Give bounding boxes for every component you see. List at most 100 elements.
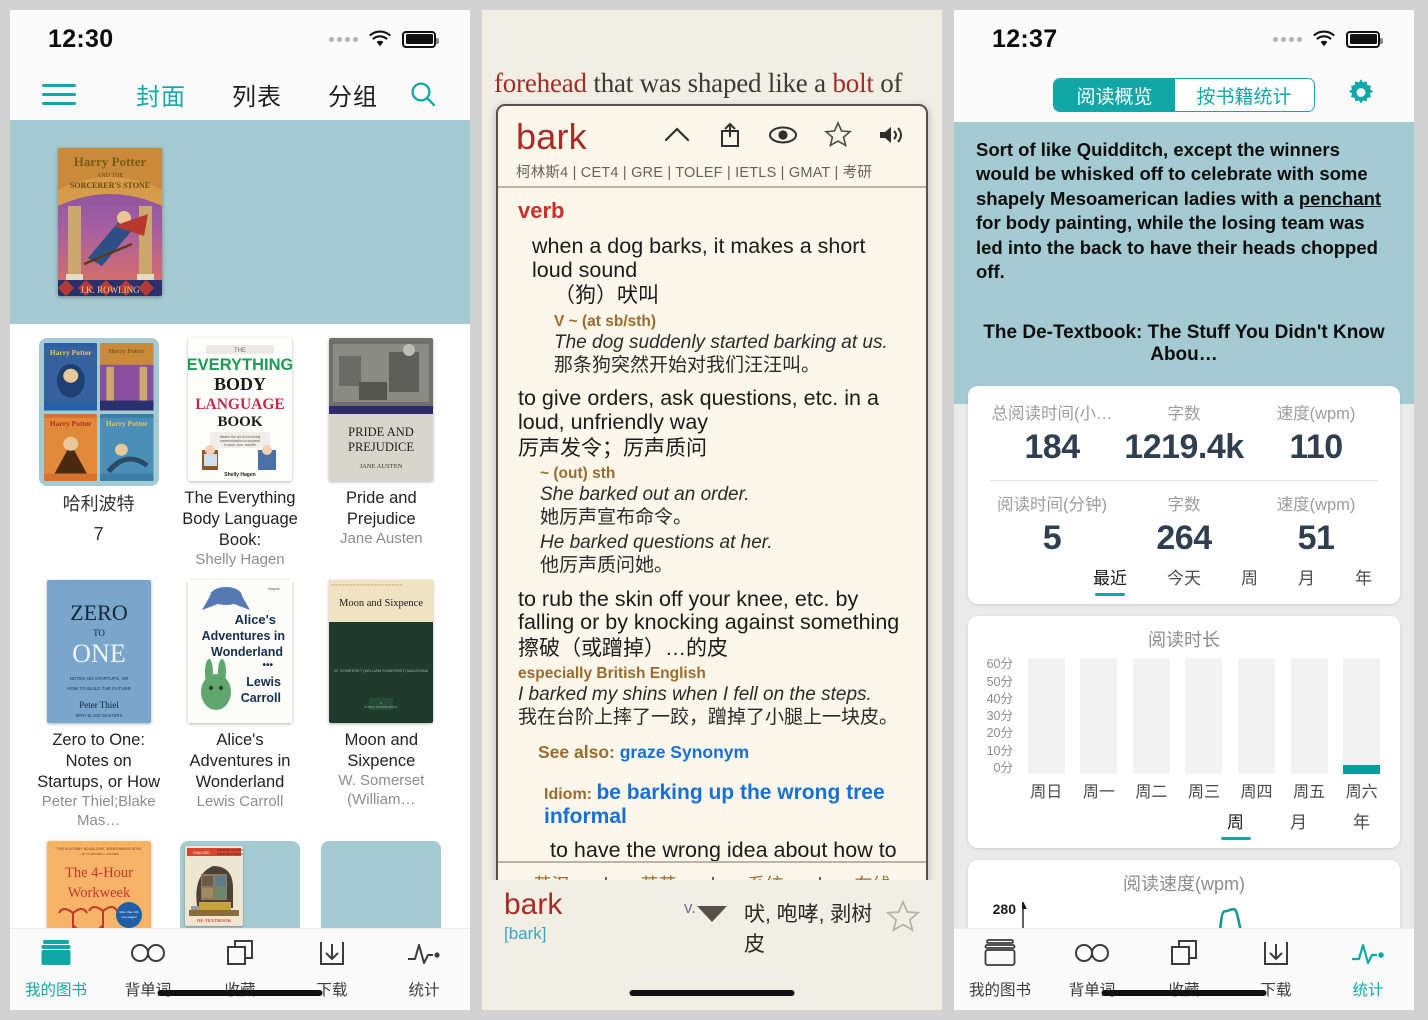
tabbar-label: 下载 [316, 982, 348, 999]
tabbar-label: 收藏 [224, 978, 255, 1000]
quote-underlined-word[interactable]: penchant [1299, 188, 1381, 209]
see-also-link[interactable]: graze Synonym [620, 742, 749, 762]
home-indicator[interactable] [157, 990, 323, 996]
duration-period-week[interactable]: 周 [1227, 808, 1244, 840]
svg-text:Alice's: Alice's [235, 612, 276, 627]
segment-overview[interactable]: 阅读概览 [1054, 79, 1175, 111]
search-icon[interactable] [408, 79, 438, 109]
stats-segmented-control: 阅读概览 按书籍统计 [1053, 78, 1315, 112]
star-icon[interactable] [824, 121, 852, 153]
home-indicator[interactable] [1101, 990, 1267, 996]
word-strip: bark [bark] v. 吠, 咆哮, 剥树皮 [482, 880, 942, 964]
bar-column[interactable]: 周二 [1132, 658, 1170, 801]
svg-text:LANGUAGE: LANGUAGE [195, 396, 285, 413]
book-author: Shelly Hagen [195, 551, 285, 569]
speaker-icon[interactable] [878, 124, 906, 151]
svg-text:PUBLIC DOMAIN BOOK: PUBLIC DOMAIN BOOK [365, 705, 398, 709]
see-also-label: See also: [538, 742, 615, 763]
period-year[interactable]: 年 [1355, 564, 1372, 596]
sense-3: to rub the skin off your knee, etc. by f… [518, 587, 910, 731]
period-today[interactable]: 今天 [1167, 564, 1201, 596]
bar-xlabel: 周三 [1187, 784, 1220, 802]
kpi-value: 51 [1297, 519, 1335, 558]
definition-en: when a dog barks, it makes a short loud … [532, 234, 866, 282]
tabbar-item-my-books[interactable]: 我的图书 [954, 938, 1046, 1000]
svg-text:ONE: ONE [72, 639, 125, 668]
period-recent[interactable]: 最近 [1093, 564, 1127, 596]
book-cell[interactable]: ≫≪≫≪≫≪≫≪≫≪≫≪≫≪≫≪≫≪≫≪ Moon and Sixpence W… [315, 580, 448, 831]
period-week[interactable]: 周 [1241, 564, 1258, 596]
stats-body: Sort of like Quidditch, except the winne… [954, 122, 1414, 1010]
svg-text:ZERO: ZERO [70, 600, 127, 625]
svg-text:Harry Potter: Harry Potter [106, 420, 149, 428]
chart-title-speed: 阅读速度(wpm) [1123, 874, 1245, 895]
word-strip-meaning: 吠, 咆哮, 剥树皮 [743, 903, 873, 956]
home-indicator[interactable] [629, 990, 795, 996]
book-cell[interactable]: PRIDE AND PREJUDICE JANE AUSTEN Pride an… [315, 338, 448, 570]
hero-book-cover[interactable]: Harry Potter AND THE SORCERER'S STONE J.… [58, 148, 162, 296]
battery-icon [402, 30, 439, 48]
book-cell[interactable]: Harry Potter Harry Potter Harry Potter H… [32, 338, 165, 570]
pulse-icon [1349, 938, 1387, 973]
highlighted-word-forehead[interactable]: forehead [494, 68, 587, 98]
word-strip-star-icon[interactable] [885, 888, 921, 938]
library-tabbar: 我的图书 背单词 收藏 [10, 928, 470, 1010]
book-cell[interactable]: Harper Alice's Adventures in Wonderland … [173, 580, 306, 831]
kpi-label: 总阅读时间(小… [991, 405, 1113, 424]
bar-column[interactable]: 周三 [1185, 658, 1223, 801]
svg-text:THE: THE [234, 348, 246, 354]
bar-track [1185, 658, 1223, 775]
stack-thumb: Harry Potter [100, 343, 154, 411]
idiom-link[interactable]: be barking up the wrong tree informal [544, 781, 885, 828]
tabbar-item-stats[interactable]: 统计 [1322, 938, 1414, 1000]
download-icon [315, 938, 349, 973]
bar-column[interactable]: 周五 [1290, 658, 1328, 801]
part-of-speech: verb [518, 198, 565, 223]
quote-book-title[interactable]: The De-Textbook: The Stuff You Didn't Kn… [976, 322, 1392, 366]
duration-period-year[interactable]: 年 [1353, 808, 1370, 840]
bar-xlabel: 周五 [1293, 784, 1326, 802]
bar-column[interactable]: 周一 [1080, 658, 1118, 801]
library-panel: 12:30 封面 列表 分组 Harry Potter AND THE SORC… [10, 10, 470, 1010]
book-cell[interactable]: THE EVERYTHING BODY LANGUAGE BOOK Master… [173, 338, 306, 570]
menu-icon[interactable] [42, 83, 76, 105]
period-month[interactable]: 月 [1298, 564, 1315, 596]
tab-cover[interactable]: 封面 [136, 77, 186, 112]
book-cover-stack[interactable]: Harry Potter Harry Potter Harry Potter H… [38, 338, 159, 486]
tab-group[interactable]: 分组 [328, 77, 378, 112]
bar-track [1080, 658, 1118, 775]
glasses-icon [1073, 938, 1111, 973]
highlighted-word-bolt[interactable]: bolt [832, 68, 873, 98]
svg-text:More than 100: More than 100 [119, 910, 139, 914]
book-cover[interactable]: PRIDE AND PREJUDICE JANE AUSTEN [329, 338, 434, 481]
stats-tabbar: 我的图书 背单词 收藏 [954, 928, 1414, 1010]
tab-list[interactable]: 列表 [232, 77, 282, 112]
bar-track [1343, 658, 1381, 775]
word-strip-phonetic: [bark] [504, 924, 547, 943]
tabbar-item-stats[interactable]: 统计 [378, 938, 470, 1000]
segment-by-book[interactable]: 按书籍统计 [1174, 79, 1314, 111]
bar-column[interactable]: 周六 [1343, 658, 1381, 801]
bar-chart-yaxis: 60分 50分 40分 30分 20分 10分 0分 [980, 658, 1020, 808]
kpi-row-total: 总阅读时间(小… 184 字数 1219.4k 速度(wpm) 110 [986, 400, 1382, 467]
tabbar-item-my-books[interactable]: 我的图书 [10, 938, 102, 1000]
book-cover[interactable]: Harper Alice's Adventures in Wonderland … [187, 580, 292, 724]
collapse-icon[interactable] [662, 125, 692, 150]
bar-xlabel: 周一 [1082, 784, 1115, 802]
gear-icon[interactable] [1346, 78, 1376, 113]
dictionary-body[interactable]: verb when a dog barks, it makes a short … [498, 188, 926, 861]
share-icon[interactable] [718, 121, 742, 154]
bar-xlabel: 周四 [1240, 784, 1273, 802]
book-cover[interactable]: ≫≪≫≪≫≪≫≪≫≪≫≪≫≪≫≪≫≪≫≪ Moon and Sixpence W… [329, 580, 434, 724]
bar-column[interactable]: 周日 [1027, 658, 1065, 801]
book-cell[interactable]: ZERO TO ONE NOTES ON STARTUPS, OR HOW TO… [32, 580, 165, 831]
book-title: The Everything Body Language Book: [182, 489, 298, 550]
bar-column[interactable]: 周四 [1238, 658, 1276, 801]
reader-text: that was shaped like a [586, 68, 833, 98]
stats-navbar: 阅读概览 按书籍统计 [954, 68, 1414, 122]
svg-text:CRACKED: CRACKED [193, 851, 210, 855]
duration-period-month[interactable]: 月 [1290, 808, 1307, 840]
book-cover[interactable]: ZERO TO ONE NOTES ON STARTUPS, OR HOW TO… [46, 580, 151, 724]
eye-icon[interactable] [768, 125, 798, 150]
book-cover[interactable]: THE EVERYTHING BODY LANGUAGE BOOK Master… [187, 338, 292, 481]
